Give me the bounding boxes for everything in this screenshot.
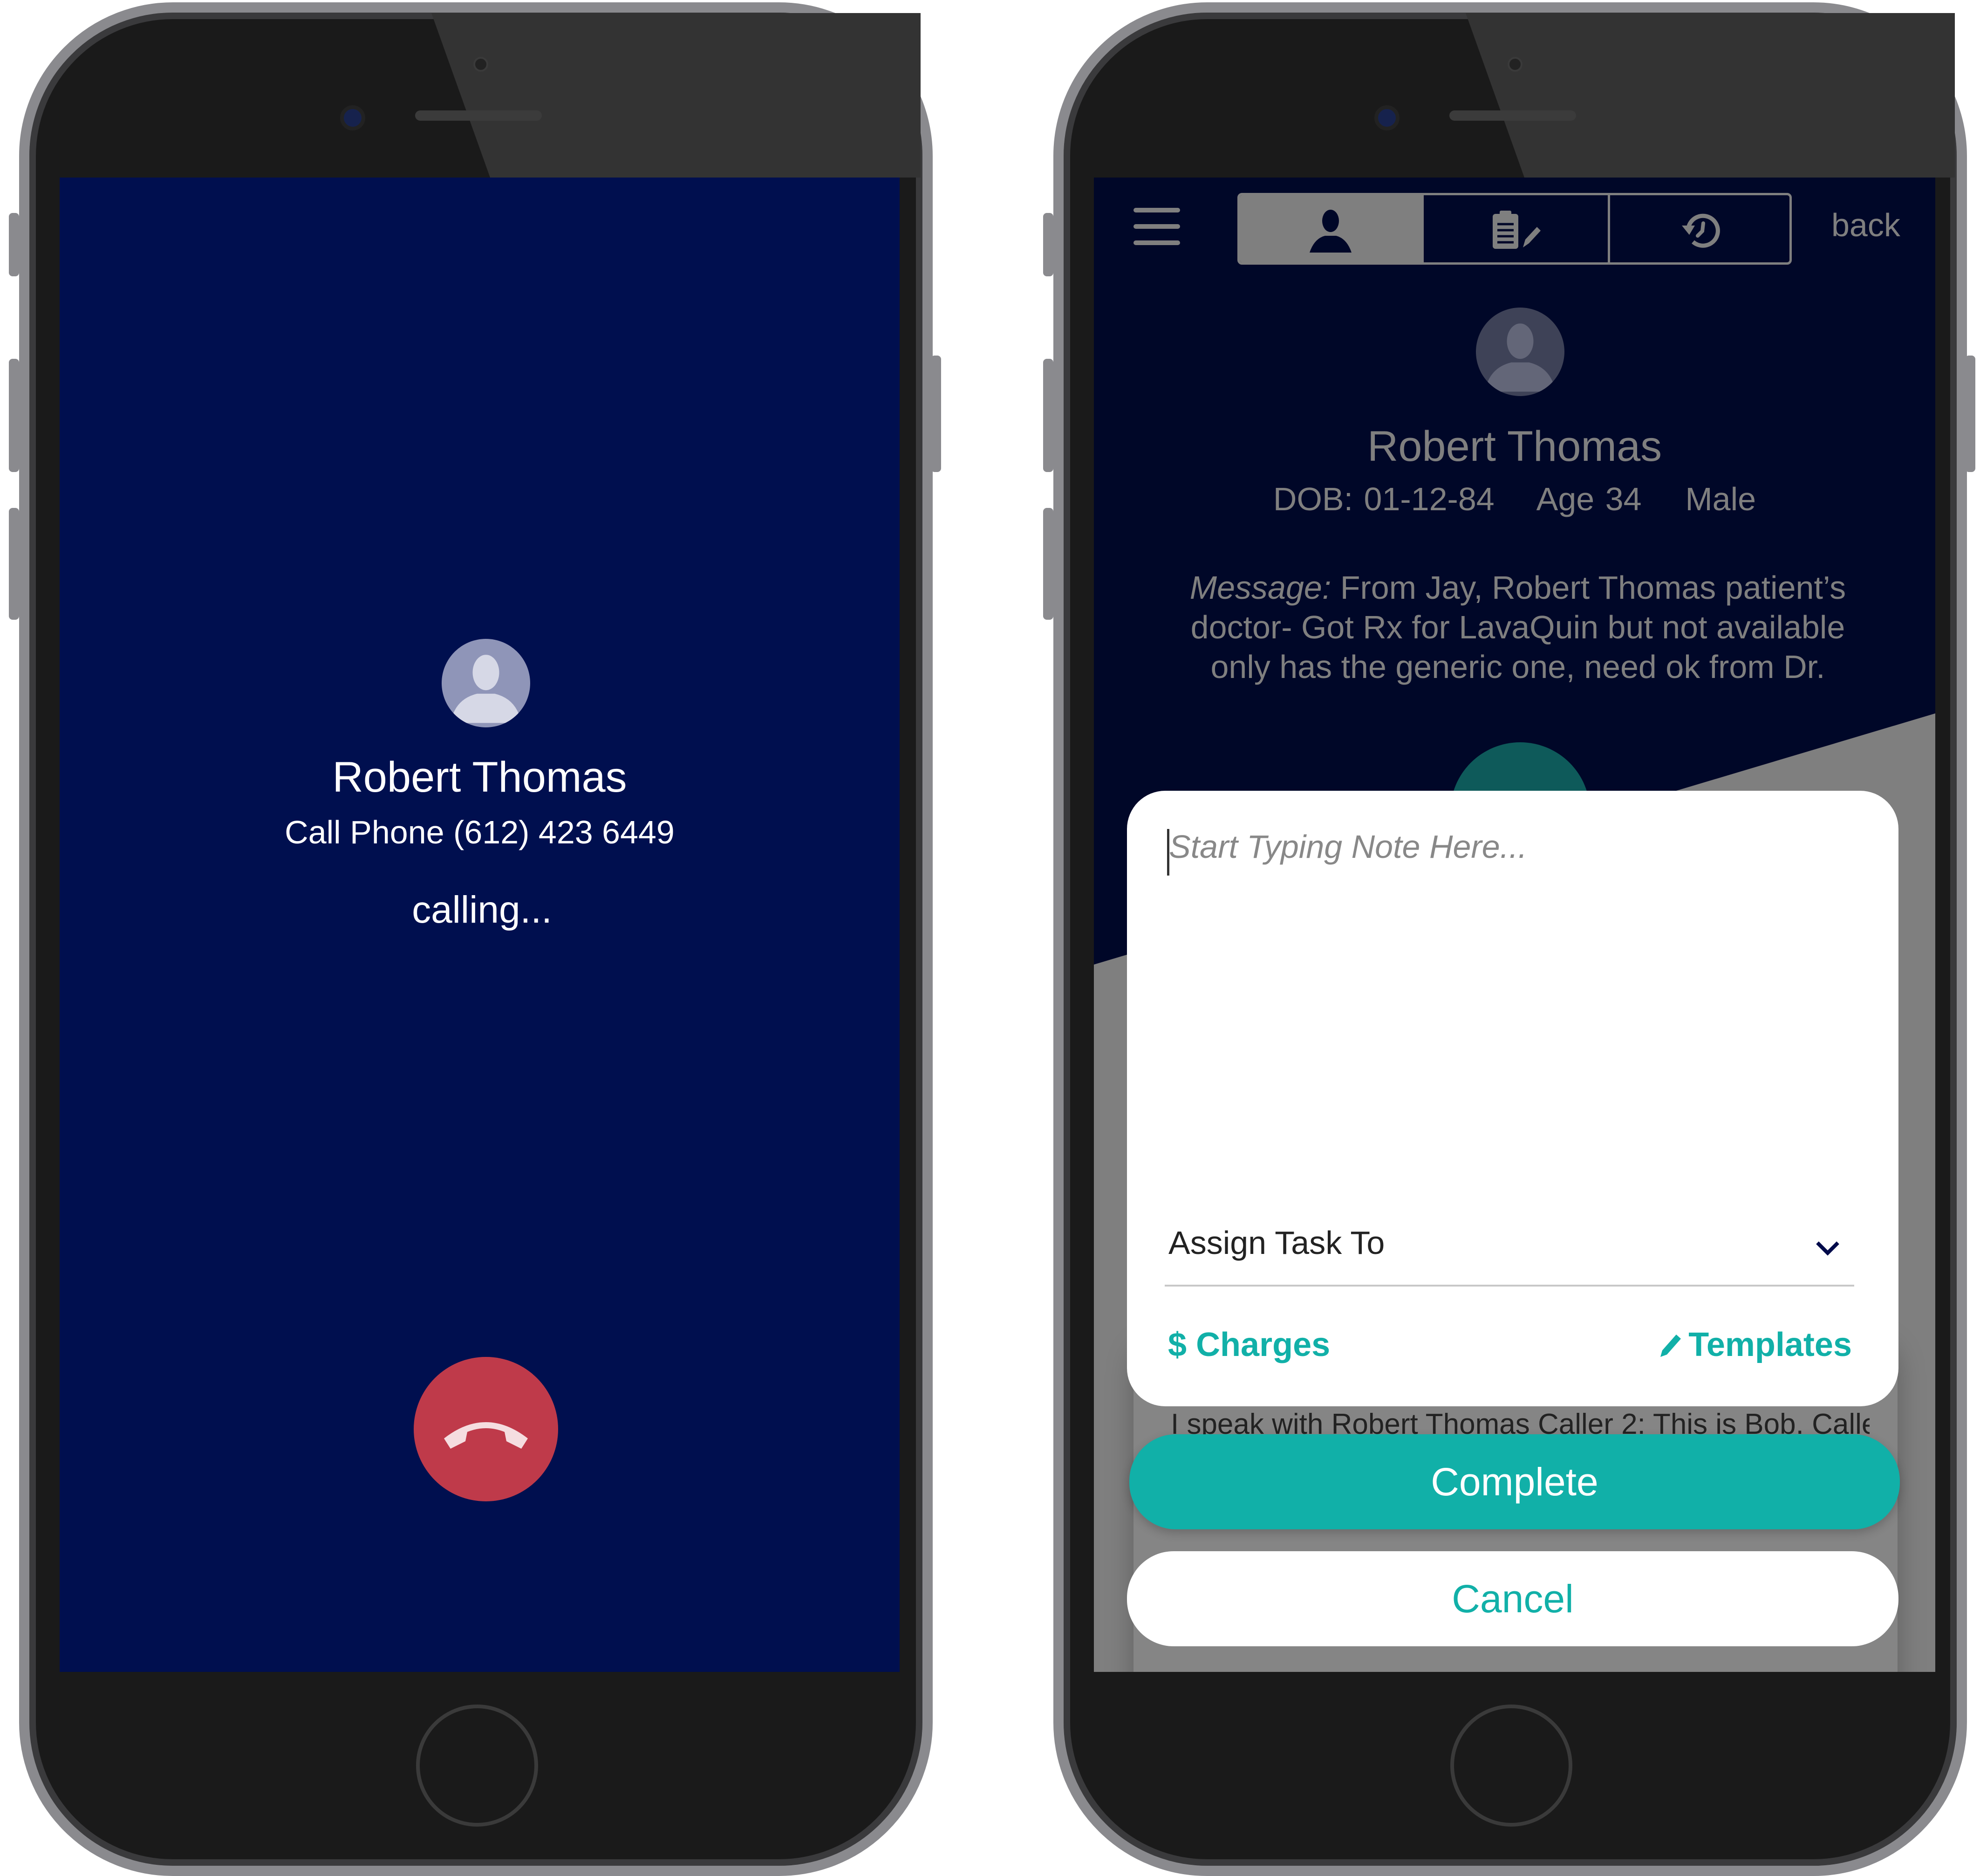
mute-switch	[9, 213, 19, 276]
front-camera	[340, 105, 365, 130]
dollar-icon: $	[1168, 1326, 1187, 1363]
patient-avatar	[1476, 308, 1564, 396]
hangup-button[interactable]	[414, 1357, 558, 1501]
home-button[interactable]	[1450, 1705, 1572, 1827]
chevron-down-icon	[1816, 1241, 1839, 1256]
volume-down-button	[1043, 508, 1053, 620]
assign-task-dropdown[interactable]: Assign Task To	[1165, 1219, 1854, 1287]
proximity-sensor	[1508, 57, 1523, 72]
earpiece-speaker	[1449, 110, 1576, 121]
back-button[interactable]: back	[1831, 206, 1900, 244]
user-silhouette-icon	[451, 655, 521, 723]
calling-screen: Robert Thomas Call Phone (612) 423 6449 …	[60, 178, 900, 1672]
volume-up-button	[9, 359, 19, 472]
volume-down-button	[9, 508, 19, 620]
transcript-text: I speak with Robert Thomas Caller 2: Thi…	[1171, 1408, 1870, 1436]
complete-button[interactable]: Complete	[1129, 1434, 1900, 1529]
user-silhouette-icon	[1485, 323, 1556, 392]
left-phone-glare	[431, 13, 921, 178]
user-icon	[1310, 210, 1352, 253]
message-label: Message:	[1189, 569, 1331, 606]
notes-edit-icon	[1492, 211, 1541, 249]
call-status: calling...	[412, 889, 552, 931]
phone-hangup-icon	[444, 1422, 528, 1449]
patient-screen: back Robert Thomas DOB: 01-12-84 Age 34 …	[1094, 178, 1935, 1672]
home-button[interactable]	[416, 1705, 538, 1827]
caller-name: Robert Thomas	[332, 753, 627, 801]
charges-button[interactable]: $ Charges	[1168, 1326, 1330, 1364]
templates-label: Templates	[1688, 1326, 1852, 1363]
patient-sex: Male	[1685, 481, 1756, 517]
menu-button[interactable]	[1133, 206, 1180, 246]
note-card: Start Typing Note Here... Assign Task To…	[1127, 791, 1898, 1406]
templates-button[interactable]: Templates	[1659, 1326, 1852, 1364]
earpiece-speaker	[415, 110, 542, 121]
patient-dob: DOB: 01-12-84	[1273, 481, 1495, 517]
proximity-sensor	[473, 57, 488, 72]
front-camera	[1374, 105, 1400, 130]
patient-name: Robert Thomas	[1367, 423, 1662, 470]
assign-task-label: Assign Task To	[1168, 1225, 1385, 1261]
charges-label: Charges	[1196, 1326, 1331, 1363]
note-input[interactable]: Start Typing Note Here...	[1169, 828, 1858, 1210]
tab-notes[interactable]	[1421, 195, 1608, 262]
patient-age: Age 34	[1536, 481, 1642, 517]
history-icon	[1681, 213, 1720, 248]
caller-avatar	[442, 639, 530, 727]
right-phone-glare	[1466, 13, 1955, 178]
cancel-button[interactable]: Cancel	[1127, 1551, 1898, 1646]
hamburger-icon	[1133, 208, 1180, 245]
caller-phone: Call Phone (612) 423 6449	[285, 814, 675, 850]
pencil-icon	[1660, 1335, 1681, 1357]
mute-switch	[1043, 213, 1053, 276]
patient-message: Message: From Jay, Robert Thomas patient…	[1168, 568, 1867, 687]
volume-up-button	[1043, 359, 1053, 472]
patient-details: DOB: 01-12-84 Age 34 Male	[1094, 480, 1935, 518]
view-tabs	[1237, 193, 1792, 265]
tab-profile[interactable]	[1240, 195, 1421, 262]
tab-history[interactable]	[1608, 195, 1789, 262]
